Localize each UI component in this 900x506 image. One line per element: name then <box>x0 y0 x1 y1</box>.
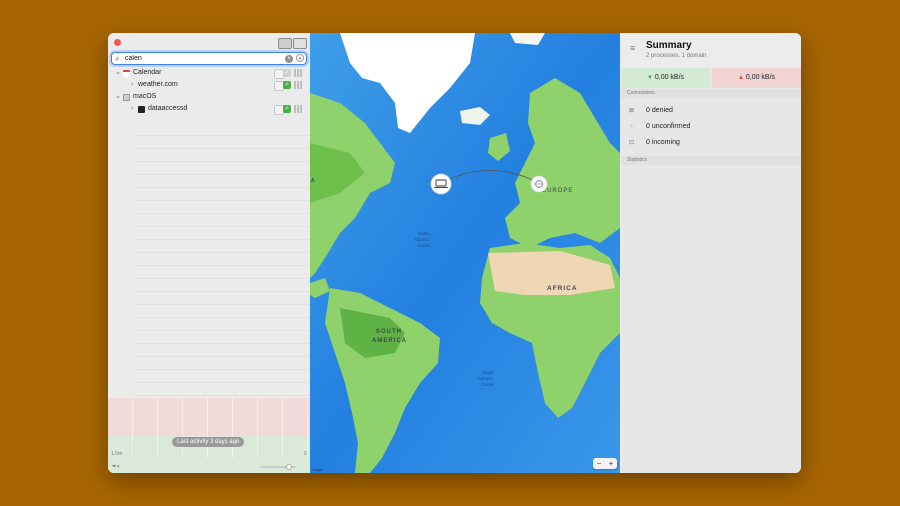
connection-label: 0 incoming <box>646 139 680 146</box>
map-legal-link[interactable]: Legal <box>312 467 322 472</box>
close-window-button[interactable] <box>114 39 121 46</box>
list-item-label: macOS <box>133 93 157 100</box>
graph-axis-left-label: 1.0m <box>111 451 123 457</box>
clear-search-icon[interactable]: × <box>285 54 293 63</box>
connections-header: Connections <box>621 89 801 98</box>
calendar-app-icon <box>123 70 130 77</box>
chevron-down-icon[interactable]: ⌄ <box>115 91 121 103</box>
chevron-right-icon[interactable]: › <box>131 79 133 91</box>
list-item-weather[interactable]: › weather.com ✓ <box>108 79 310 91</box>
connection-row-denied[interactable]: ⊠ 0 denied <box>629 105 673 117</box>
map-label-south-atlantic-2: Atlantic <box>478 376 494 381</box>
allow-toggle[interactable]: ✓ <box>283 69 291 77</box>
sidebar: ⌕ × ▾ ⌄ Calendar ✓ › weather.com ✓ <box>108 33 311 473</box>
list-item-dataaccessd[interactable]: › dataaccessd ✓ <box>108 103 310 115</box>
list-item-label: dataaccessd <box>148 105 188 112</box>
connection-label: 0 unconfirmed <box>646 123 691 130</box>
incoming-icon: ⊡ <box>629 140 635 146</box>
download-rate: ▼ 0,00 kB/s <box>621 68 710 88</box>
search-icon: ⌕ <box>115 54 120 63</box>
map-label-south-atlantic-3: Ocean <box>481 382 495 387</box>
time-range-slider[interactable] <box>260 464 296 470</box>
zoom-control: − + <box>593 458 617 469</box>
list-item-calendar[interactable]: ⌄ Calendar ✓ <box>108 67 310 79</box>
slider-knob[interactable] <box>286 464 292 470</box>
process-list: ⌄ Calendar ✓ › weather.com ✓ ⌄ macOS › d… <box>108 67 310 115</box>
map-label-europe: EUROPE <box>542 188 573 194</box>
list-empty-rows <box>134 123 310 398</box>
upload-rate-value: 0,00 kB/s <box>745 74 776 81</box>
download-rate-value: 0,00 kB/s <box>654 74 685 81</box>
map-label-north-atlantic-3: Ocean <box>417 243 431 248</box>
summary-subtitle: 2 processes, 1 domain <box>646 53 707 59</box>
summary-header: ≡ Summary 2 processes, 1 domain <box>621 33 801 67</box>
inspector-view-toggle[interactable] <box>293 38 307 49</box>
arrow-up-icon: ▲ <box>737 75 744 81</box>
traffic-bars-icon <box>294 105 302 113</box>
map-label-edge: A <box>311 178 315 184</box>
arrow-down-icon: ▼ <box>646 75 653 81</box>
map-label-north-atlantic-2: Atlantic <box>414 237 430 242</box>
traffic-bars-icon <box>294 81 302 89</box>
map-label-africa: AFRICA <box>547 285 578 292</box>
list-item-label: weather.com <box>138 81 178 88</box>
connection-row-incoming[interactable]: ⊡ 0 incoming <box>629 137 680 149</box>
search-options-icon[interactable]: ▾ <box>296 54 304 62</box>
zoom-in-button[interactable]: + <box>605 458 617 469</box>
map-label-south-america-2: AMERICA <box>372 338 407 344</box>
allow-toggle[interactable]: ✓ <box>283 105 291 113</box>
zoom-out-button[interactable]: − <box>593 458 605 469</box>
map-label-south-america-1: SOUTH <box>376 329 402 335</box>
chevron-right-icon[interactable]: › <box>131 103 133 115</box>
terminal-icon <box>138 106 145 113</box>
filter-icon[interactable]: ⏷▾ <box>112 464 120 471</box>
allow-toggle[interactable]: ✓ <box>283 81 291 89</box>
map-label-south-atlantic-1: South <box>482 370 494 375</box>
remote-server-marker[interactable] <box>530 175 548 193</box>
map-view-toggle[interactable] <box>278 38 292 49</box>
search-input[interactable] <box>125 53 275 64</box>
connection-label: 0 denied <box>646 107 673 114</box>
map-label-north-atlantic-1: North <box>418 231 430 236</box>
search-field[interactable]: ⌕ × ▾ <box>111 52 307 65</box>
last-activity-badge: Last activity 3 days ago <box>172 437 245 447</box>
denied-icon: ⊠ <box>629 108 635 114</box>
summary-panel: ≡ Summary 2 processes, 1 domain ▼ 0,00 k… <box>621 33 801 473</box>
local-computer-marker[interactable] <box>430 173 452 195</box>
upload-rate: ▲ 0,00 kB/s <box>712 68 801 88</box>
list-item-label: Calendar <box>133 69 162 76</box>
map-canvas: EUROPE AFRICA SOUTH AMERICA North Atlant… <box>310 33 620 473</box>
connection-row-unconfirmed[interactable]: ⁘ 0 unconfirmed <box>629 121 690 133</box>
summary-title: Summary <box>646 40 692 51</box>
traffic-graph-grid <box>108 398 310 458</box>
app-window: ⌕ × ▾ ⌄ Calendar ✓ › weather.com ✓ <box>108 33 801 473</box>
chevron-down-icon[interactable]: ⌄ <box>115 67 121 79</box>
graph-axis-right-label: 0 <box>304 451 307 457</box>
unconfirmed-icon: ⁘ <box>629 124 635 130</box>
list-icon[interactable]: ≡ <box>630 43 635 53</box>
traffic-bars-icon <box>294 69 302 77</box>
list-item-macos[interactable]: ⌄ macOS <box>108 91 310 103</box>
statistics-header: Statistics <box>621 156 801 165</box>
world-map[interactable]: EUROPE AFRICA SOUTH AMERICA North Atlant… <box>310 33 620 473</box>
macos-folder-icon <box>123 94 130 101</box>
